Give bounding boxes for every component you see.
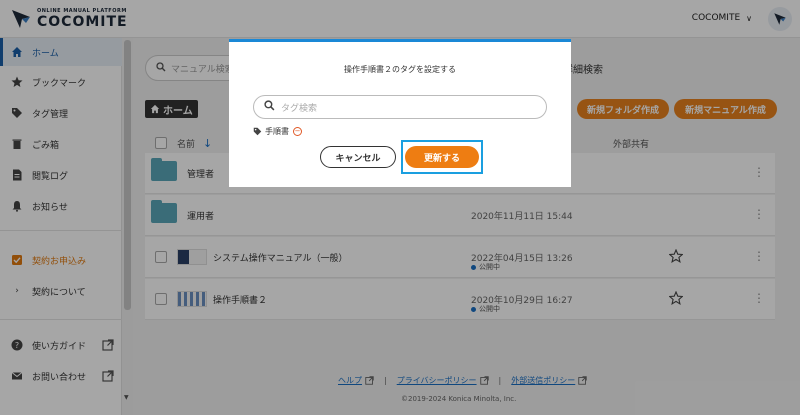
tag-icon [253,127,262,136]
tag-chip-label: 手順書 [265,127,289,136]
remove-tag-icon[interactable]: − [293,127,302,136]
cancel-button[interactable]: キャンセル [320,146,396,168]
tag-chip: 手順書 − [253,126,302,137]
tag-settings-dialog: 操作手順書２のタグを設定する タグ検索 手順書 − キャンセル 更新する [229,39,571,187]
tag-search-placeholder: タグ検索 [281,103,318,114]
tag-search-input[interactable]: タグ検索 [253,95,547,119]
update-button[interactable]: 更新する [405,146,479,168]
search-icon [264,100,275,114]
dialog-title: 操作手順書２のタグを設定する [344,65,456,74]
